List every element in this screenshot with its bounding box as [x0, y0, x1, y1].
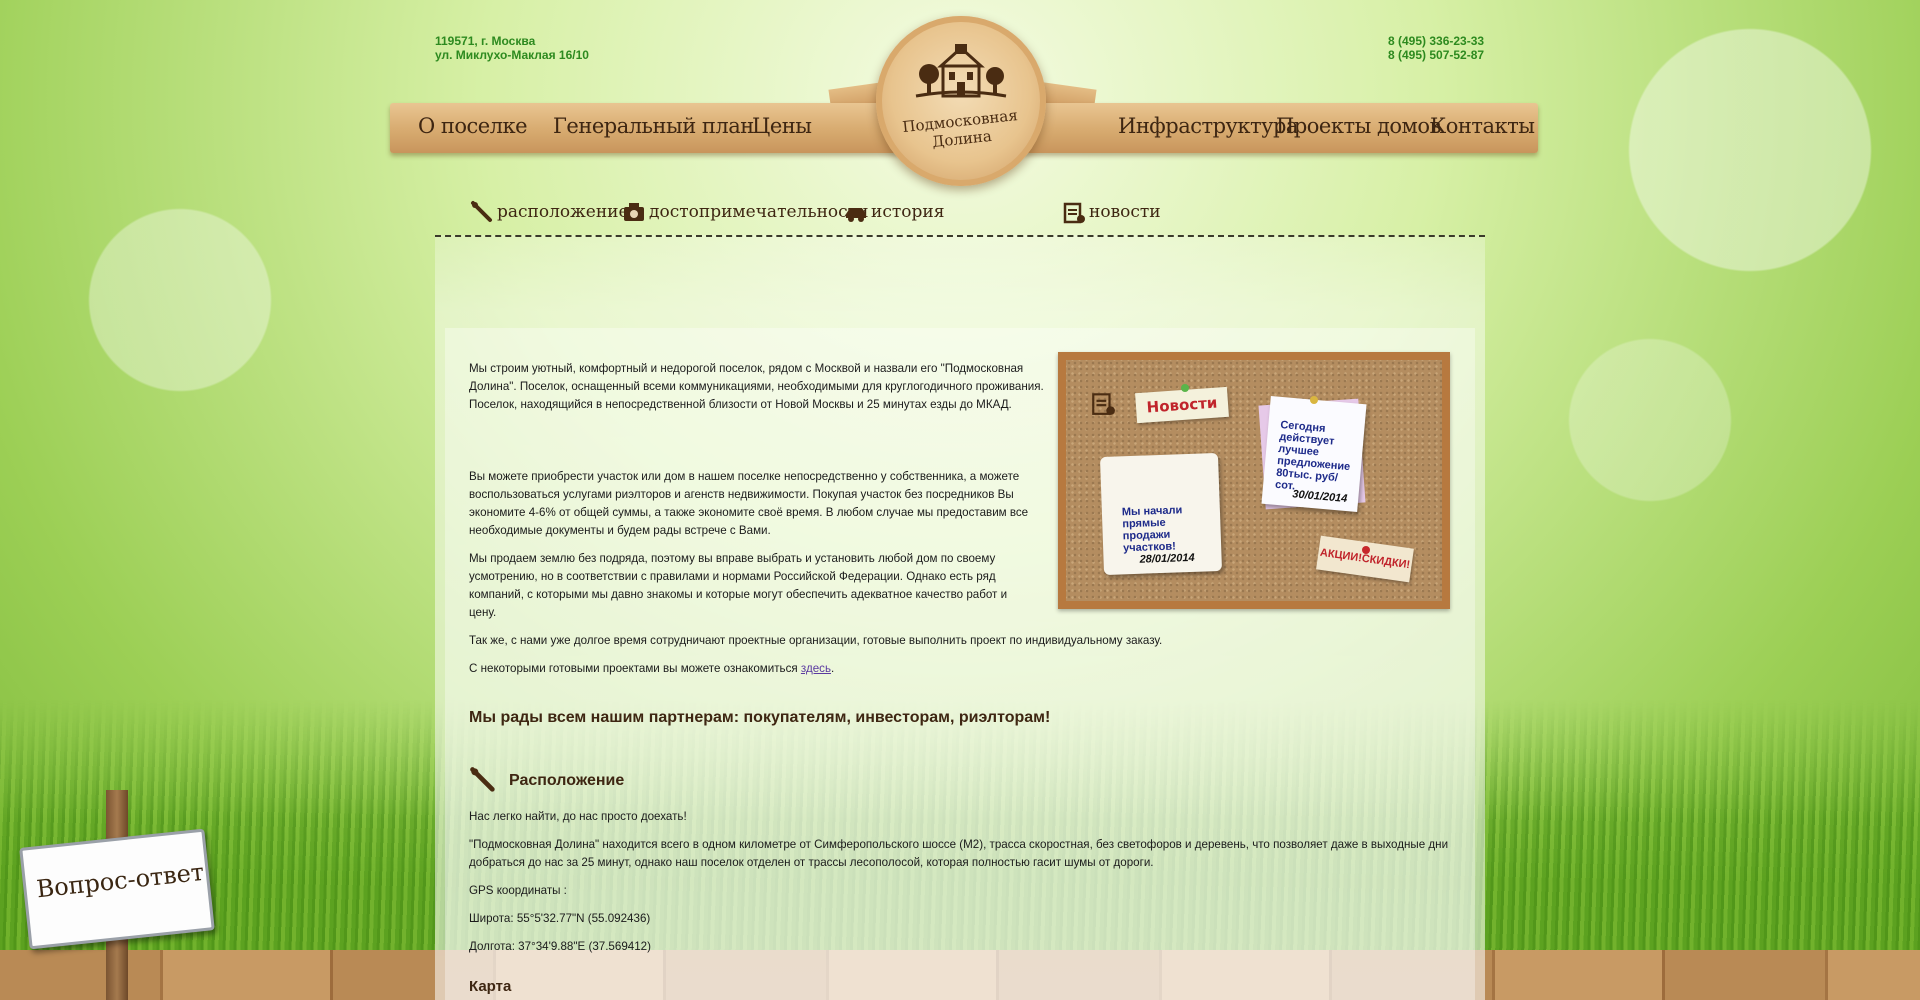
news-board[interactable]: Новости Мы начали прямые продажи участко… [1058, 352, 1450, 609]
phone-1: 8 (495) 336-23-33 [1388, 34, 1485, 48]
gps-label: GPS координаты : [469, 884, 567, 897]
faq-sign-label: Вопрос-ответ [35, 857, 206, 904]
menu-item-general-plan[interactable]: Генеральный план [553, 114, 754, 138]
partners-heading: Мы рады всем нашим партнерам: покупателя… [469, 709, 1051, 726]
address: 119571, г. Москва ул. Миклухо-Маклая 16/… [435, 34, 589, 62]
red-pin [1362, 546, 1370, 554]
submenu-label-history: история [871, 202, 945, 222]
news-icon [1063, 202, 1085, 224]
menu-item-infrastructure[interactable]: Инфраструктура [1118, 114, 1298, 138]
note-direct-sales[interactable]: Мы начали прямые продажи участков! 28/01… [1099, 452, 1223, 576]
location-tools-icon [470, 767, 495, 792]
note-direct-sales-date: 28/01/2014 [1139, 551, 1195, 566]
news-board-icon [1092, 393, 1115, 415]
location-description: "Подмосковная Долина" находится всего в … [469, 838, 1449, 869]
phones: 8 (495) 336-23-33 8 (495) 507-52-87 [1388, 34, 1484, 62]
camera-icon [624, 203, 644, 221]
submenu-location[interactable]: расположение [470, 200, 629, 224]
menu-item-house-projects[interactable]: Проекты домов [1276, 114, 1441, 138]
car-icon [846, 208, 866, 222]
submenu-sights[interactable]: достопримечательности [622, 200, 868, 224]
submenu-history[interactable]: история [844, 200, 944, 224]
address-line-2: ул. Миклухо-Маклая 16/10 [435, 48, 589, 62]
projects-link[interactable]: здесь [801, 662, 831, 675]
note-best-offer-text: Сегодня действует лучшее предложение 80т… [1274, 418, 1351, 493]
note-direct-sales-text: Мы начали прямые продажи участков! [1121, 504, 1183, 555]
menu-item-contacts[interactable]: Контакты [1430, 114, 1535, 138]
village-house-icon [915, 44, 1007, 98]
submenu-label-news: новости [1089, 202, 1161, 222]
projects-link-prefix: С некоторыми готовыми проектами вы может… [469, 662, 801, 675]
faq-sign[interactable]: Вопрос-ответ [19, 828, 215, 950]
purchase-paragraph: Вы можете приобрести участок или дом в н… [469, 470, 1029, 537]
note-sales[interactable]: АКЦИИ!СКИДКИ! [1316, 535, 1414, 583]
cork-board: Новости Мы начали прямые продажи участко… [1066, 360, 1442, 601]
intro-paragraph: Мы строим уютный, комфортный и недорогой… [469, 362, 1044, 411]
map-heading: Карта [469, 978, 512, 995]
submenu-label-sights: достопримечательности [649, 202, 869, 222]
projects-link-suffix: . [831, 662, 835, 675]
yellow-pin [1310, 396, 1318, 404]
menu-item-prices[interactable]: Цены [752, 114, 812, 138]
note-best-offer[interactable]: Сегодня действует лучшее предложение 80т… [1261, 396, 1367, 512]
menu-item-about[interactable]: О поселке [418, 114, 528, 138]
location-intro: Нас легко найти, до нас просто доехать! [469, 810, 687, 823]
site-logo[interactable]: Подмосковная Долина [876, 16, 1046, 186]
submenu-label-location: расположение [497, 202, 629, 222]
gps-longitude: Долгота: 37°34'9.88"E (37.569412) [469, 940, 651, 953]
tools-icon [471, 201, 492, 222]
phone-2: 8 (495) 507-52-87 [1388, 48, 1485, 62]
address-line-1: 119571, г. Москва [435, 34, 536, 48]
green-pin [1181, 384, 1189, 392]
projects-paragraph: Так же, с нами уже долгое время сотрудни… [469, 634, 1163, 647]
submenu-news[interactable]: новости [1062, 200, 1161, 224]
projects-link-paragraph: С некоторыми готовыми проектами вы может… [469, 660, 1469, 678]
land-paragraph: Мы продаем землю без подряда, поэтому вы… [469, 552, 1008, 619]
location-heading: Расположение [509, 772, 625, 789]
news-label-note[interactable]: Новости [1135, 386, 1229, 424]
submenu-divider [435, 235, 1485, 237]
logo-text: Подмосковная Долина [901, 106, 1019, 152]
gps-latitude: Широта: 55°5'32.77"N (55.092436) [469, 912, 651, 925]
